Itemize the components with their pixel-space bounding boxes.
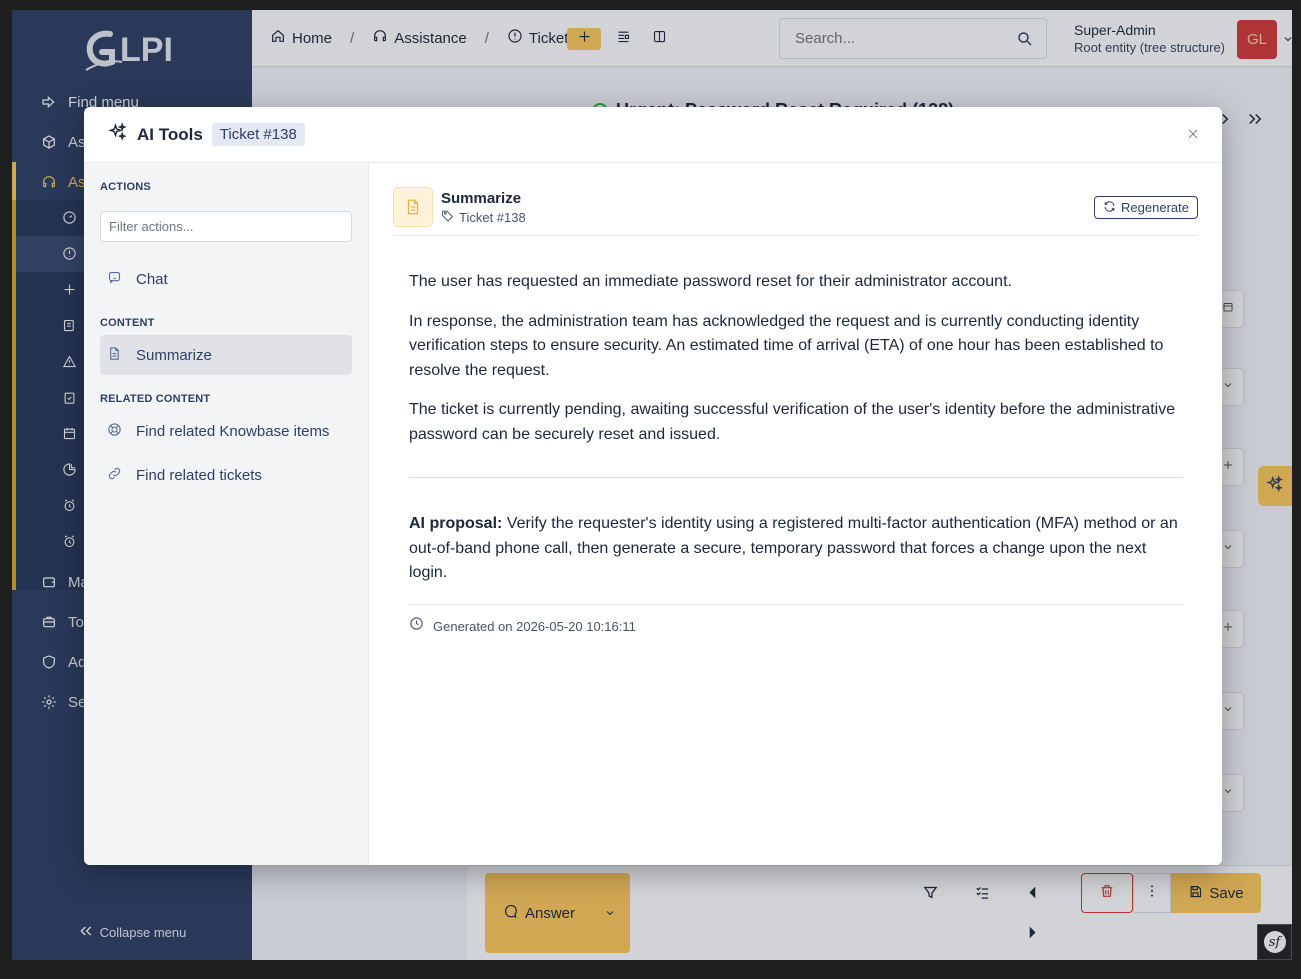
action-label: Find related Knowbase items <box>136 422 330 440</box>
sparkles-icon <box>108 122 128 147</box>
action-find-kb[interactable]: Find related Knowbase items <box>100 411 352 451</box>
ticket-badge: Ticket #138 <box>211 123 305 146</box>
lifebuoy-icon <box>107 422 122 441</box>
link-icon <box>107 466 122 485</box>
result-title: Summarize <box>441 190 522 207</box>
tag-icon <box>441 209 454 225</box>
generated-text: Generated on 2026-05-20 10:16:11 <box>433 618 636 634</box>
refresh-icon <box>1103 200 1116 216</box>
summary-content: The user has requested an immediate pass… <box>409 270 1184 639</box>
action-label: Summarize <box>136 346 212 364</box>
section-actions: ACTIONS <box>100 181 151 193</box>
chat-icon <box>107 270 122 289</box>
regenerate-label: Regenerate <box>1121 200 1189 215</box>
ai-tools-modal: AI Tools Ticket #138 ACTIONS Chat CONTEN… <box>84 107 1222 865</box>
section-related: RELATED CONTENT <box>100 393 211 405</box>
action-find-tickets[interactable]: Find related tickets <box>100 455 352 495</box>
generated-timestamp: Generated on 2026-05-20 10:16:11 <box>409 603 1184 640</box>
section-content: CONTENT <box>100 317 155 329</box>
proposal-label: AI proposal: <box>409 515 503 532</box>
filter-actions-input[interactable] <box>100 211 352 242</box>
proposal-text: Verify the requester's identity using a … <box>409 515 1178 581</box>
modal-title: AI Tools <box>137 124 203 144</box>
result-subtitle-text: Ticket #138 <box>459 209 526 225</box>
summary-paragraph: In response, the administration team has… <box>409 312 1164 379</box>
regenerate-button[interactable]: Regenerate <box>1094 196 1198 219</box>
clock-icon <box>409 615 424 640</box>
result-subtitle: Ticket #138 <box>441 209 526 225</box>
summary-paragraph: The ticket is currently pending, awaitin… <box>409 401 1176 443</box>
result-header: Summarize Ticket #138 Regenerate <box>393 187 1198 236</box>
divider <box>409 477 1183 478</box>
document-icon <box>107 346 122 365</box>
close-icon[interactable] <box>1186 127 1202 143</box>
action-chat[interactable]: Chat <box>100 259 352 299</box>
action-label: Find related tickets <box>136 466 262 484</box>
action-summarize[interactable]: Summarize <box>100 335 352 375</box>
modal-header: AI Tools Ticket #138 <box>84 107 1222 163</box>
result-panel: Summarize Ticket #138 Regenerate The use… <box>369 163 1222 865</box>
summary-paragraph: The user has requested an immediate pass… <box>409 273 1012 290</box>
action-label: Chat <box>136 270 168 288</box>
ai-proposal: AI proposal: Verify the requester's iden… <box>409 512 1184 586</box>
document-icon <box>393 187 433 227</box>
actions-sidebar: ACTIONS Chat CONTENT Summarize RELATED C… <box>84 163 369 865</box>
app-window: LPI Find menu Assets Assistance <box>12 10 1292 960</box>
